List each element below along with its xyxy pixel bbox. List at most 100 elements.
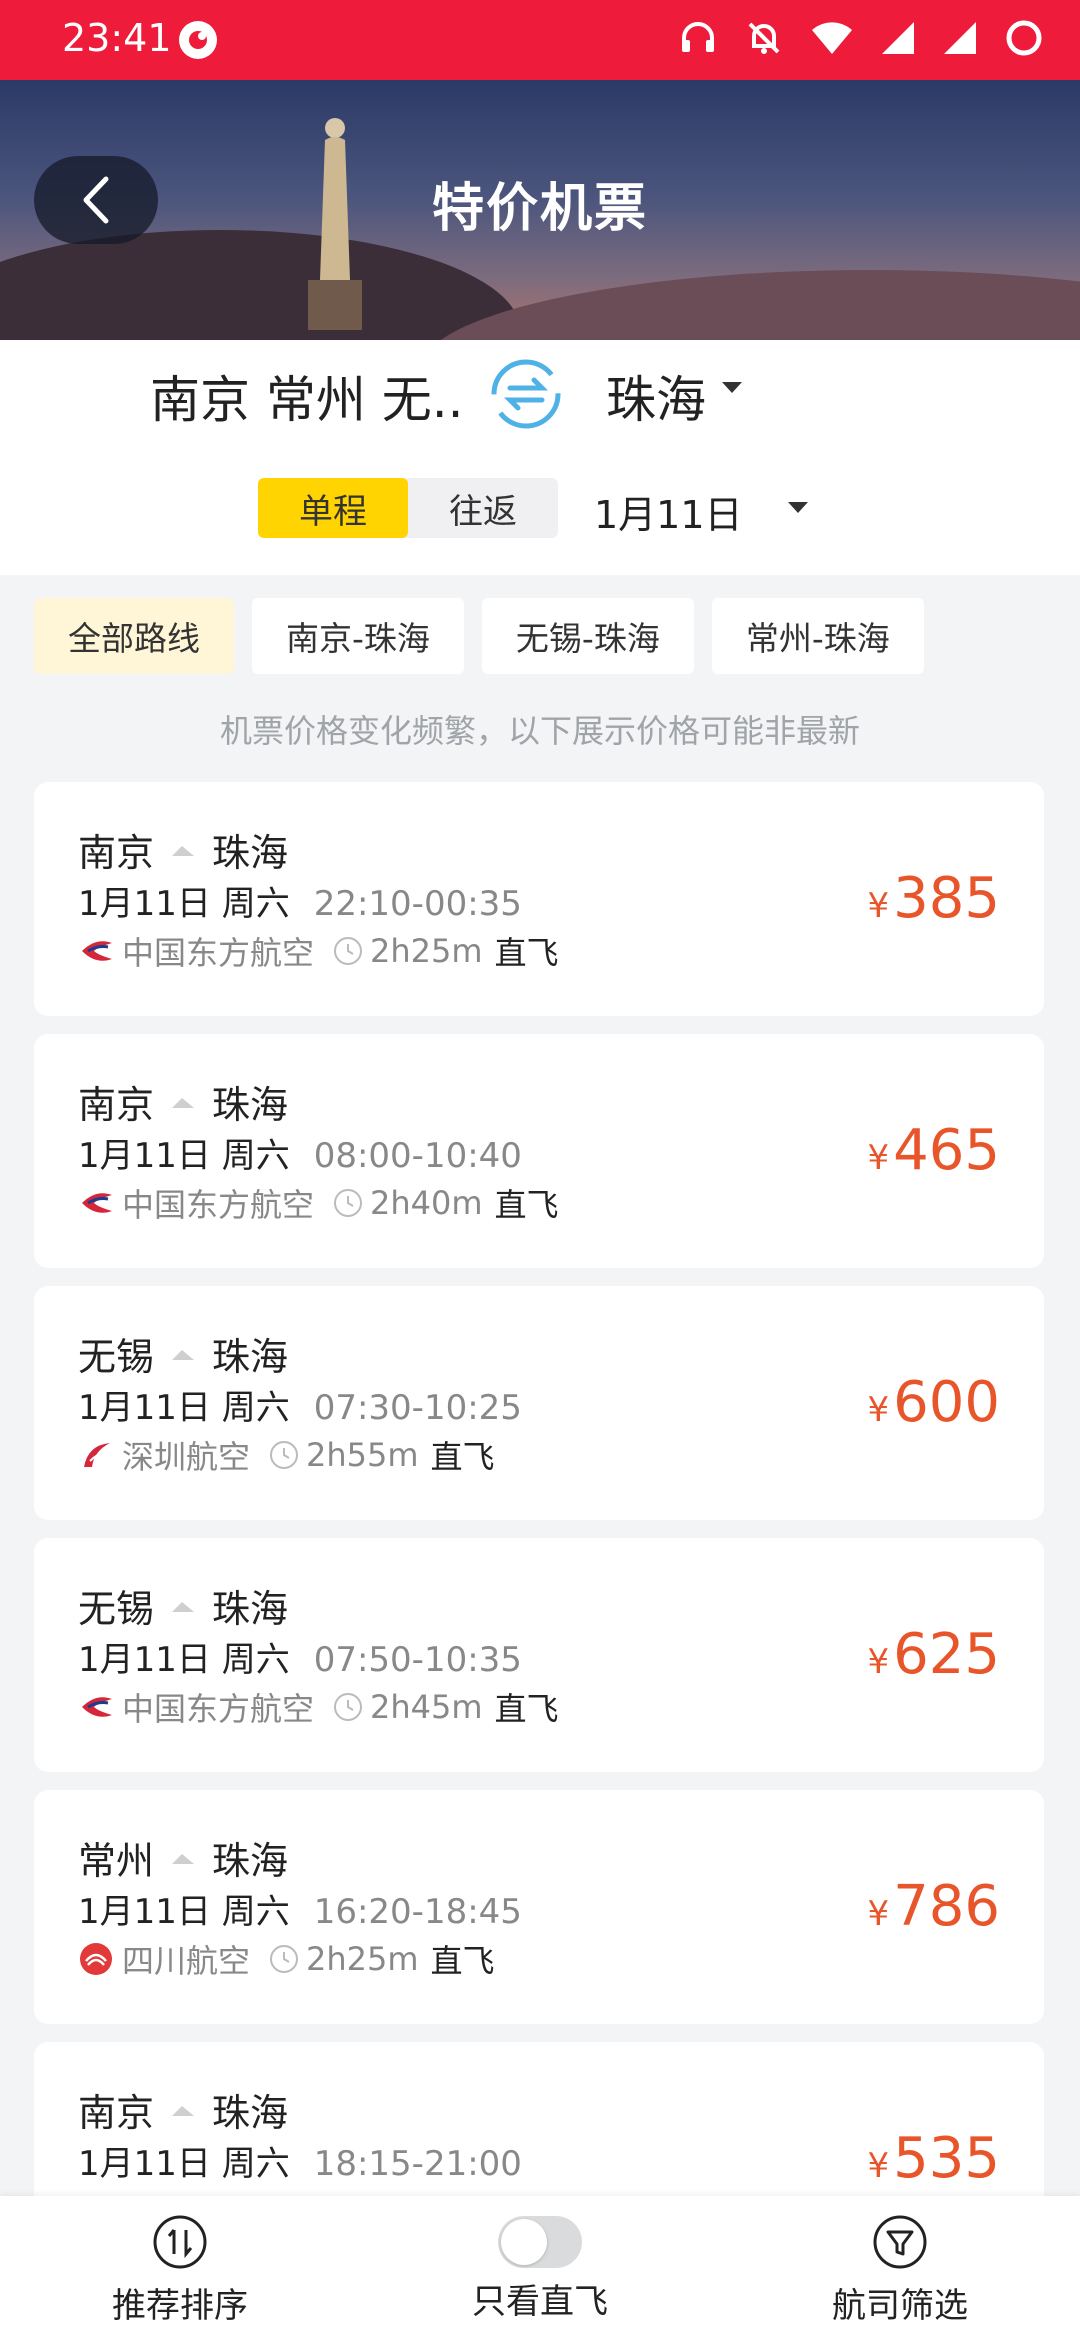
origin-city: 南京: [78, 1083, 155, 1127]
flight-time: 16:20-18:45: [313, 1892, 522, 1932]
flight-card[interactable]: 南京 珠海 1月11日 周六 08:00-10:40 中国东方航空 2h40m 直飞 ¥465: [34, 1034, 1044, 1268]
flight-route: 无锡 珠海: [78, 1326, 288, 1381]
chip-route[interactable]: 无锡-珠海: [481, 598, 694, 674]
destination-city: 珠海: [212, 1839, 289, 1883]
clock-icon: [334, 1189, 363, 1217]
caret-down-icon[interactable]: [722, 382, 742, 393]
clock-icon: [334, 937, 363, 965]
flight-time: 07:50-10:35: [313, 1640, 522, 1680]
airline-name: 中国东方航空: [122, 1186, 315, 1224]
flight-date-line: 1月11日 周六 08:00-10:40: [78, 1128, 522, 1177]
flight-info-line: 中国东方航空 2h45m 直飞: [78, 1684, 559, 1730]
flight-duration: 2h55m: [306, 1436, 419, 1474]
plane-icon: [172, 845, 195, 856]
direct-only-toggle[interactable]: 只看直飞: [430, 2212, 650, 2323]
direct-only-switch[interactable]: [498, 2216, 582, 2268]
flight-duration: 2h40m: [370, 1184, 483, 1222]
destination-city: 珠海: [212, 1587, 289, 1631]
flight-time: 18:15-21:00: [313, 2144, 522, 2184]
swap-cities-icon[interactable]: [486, 354, 566, 434]
route-filter-chips: 全部路线 南京-珠海 无锡-珠海 常州-珠海: [34, 598, 924, 674]
mute-bell-icon: [748, 22, 780, 54]
clock-icon: [270, 1441, 299, 1469]
flight-duration: 2h25m: [370, 932, 483, 970]
origin-city: 南京: [78, 831, 155, 875]
flight-date-line: 1月11日 周六 22:10-00:35: [78, 876, 522, 925]
hero-hill: [420, 270, 1080, 340]
flight-info-line: 中国东方航空 2h25m 直飞: [78, 928, 559, 974]
tab-one-way[interactable]: 单程: [258, 478, 408, 538]
chip-route[interactable]: 常州-珠海: [711, 598, 924, 674]
price-value: 465: [893, 1118, 1000, 1183]
bottom-bar: 推荐排序 只看直飞 航司筛选: [0, 2196, 1080, 2340]
price-value: 385: [893, 866, 1000, 931]
flight-date: 1月11日 周六: [78, 884, 290, 924]
flight-duration: 2h45m: [370, 1688, 483, 1726]
china-eastern-logo-icon: [82, 941, 112, 961]
headset-icon: [682, 22, 714, 52]
china-eastern-logo-icon: [82, 1697, 112, 1717]
direct-flight-label: 直飞: [430, 1942, 495, 1980]
flight-list: 南京 珠海 1月11日 周六 22:10-00:35 中国东方航空 2h25m 直飞 ¥385…: [34, 782, 1044, 2294]
date-selector[interactable]: 1月11日: [594, 484, 743, 539]
destination-city: 珠海: [212, 1083, 289, 1127]
airline-name: 中国东方航空: [122, 934, 315, 972]
caret-down-icon[interactable]: [788, 502, 808, 513]
airline-filter-button[interactable]: 航司筛选: [790, 2212, 1010, 2327]
flight-card[interactable]: 常州 珠海 1月11日 周六 16:20-18:45 四川航空 2h25m 直飞 ¥786: [34, 1790, 1044, 2024]
plane-icon: [172, 1097, 195, 1108]
notification-app-icon: [179, 21, 217, 59]
price-value: 625: [893, 1622, 1000, 1687]
wifi-icon: [812, 22, 852, 54]
from-city-selector[interactable]: 南京 常州 无..: [150, 360, 464, 432]
direct-flight-label: 直飞: [430, 1438, 495, 1476]
price-value: 600: [893, 1370, 1000, 1435]
flight-date: 1月11日 周六: [78, 1640, 290, 1680]
battery-icon: [1006, 20, 1042, 56]
chip-all-routes[interactable]: 全部路线: [34, 598, 234, 674]
flight-price: ¥465: [867, 1118, 1000, 1183]
shenzhen-airlines-logo-icon: [84, 1443, 110, 1467]
currency-symbol: ¥: [867, 886, 890, 926]
destination-city: 珠海: [212, 831, 289, 875]
flight-info-line: 深圳航空 2h55m 直飞: [78, 1432, 495, 1478]
flight-date-line: 1月11日 周六 07:50-10:35: [78, 1632, 522, 1681]
plane-icon: [172, 1601, 195, 1612]
direct-flight-label: 直飞: [494, 1186, 559, 1224]
flight-card[interactable]: 南京 珠海 1月11日 周六 22:10-00:35 中国东方航空 2h25m 直飞 ¥385: [34, 782, 1044, 1016]
currency-symbol: ¥: [867, 2146, 890, 2186]
direct-flight-label: 直飞: [494, 934, 559, 972]
currency-symbol: ¥: [867, 1642, 890, 1682]
destination-city: 珠海: [212, 1335, 289, 1379]
flight-date: 1月11日 周六: [78, 1388, 290, 1428]
flight-price: ¥625: [867, 1622, 1000, 1687]
flight-info-line: 中国东方航空 2h40m 直飞: [78, 1180, 559, 1226]
origin-city: 南京: [78, 2091, 155, 2135]
to-city-selector[interactable]: 珠海: [606, 360, 706, 432]
flight-price: ¥600: [867, 1370, 1000, 1435]
flight-time: 22:10-00:35: [313, 884, 522, 924]
flight-card[interactable]: 无锡 珠海 1月11日 周六 07:50-10:35 中国东方航空 2h45m 直飞 ¥625: [34, 1538, 1044, 1772]
plane-icon: [172, 2105, 195, 2116]
flight-price: ¥535: [867, 2126, 1000, 2191]
flight-time: 08:00-10:40: [313, 1136, 522, 1176]
signal-icon-2: [944, 22, 976, 54]
flight-route: 无锡 珠海: [78, 1578, 288, 1633]
chip-route[interactable]: 南京-珠海: [252, 598, 464, 674]
flight-time: 07:30-10:25: [313, 1388, 522, 1428]
sort-label: 推荐排序: [112, 2286, 248, 2326]
origin-city: 常州: [78, 1839, 155, 1883]
flight-card[interactable]: 无锡 珠海 1月11日 周六 07:30-10:25 深圳航空 2h55m 直飞 ¥600: [34, 1286, 1044, 1520]
currency-symbol: ¥: [867, 1138, 890, 1178]
direct-only-label: 只看直飞: [472, 2282, 608, 2322]
flight-date-line: 1月11日 周六 07:30-10:25: [78, 1380, 522, 1429]
status-time: 23:41: [62, 16, 172, 60]
tab-round-trip[interactable]: 往返: [408, 478, 558, 538]
destination-city: 珠海: [212, 2091, 289, 2135]
plane-icon: [172, 1349, 195, 1360]
flight-date-line: 1月11日 周六 18:15-21:00: [78, 2136, 522, 2185]
flight-route: 南京 珠海: [78, 1074, 288, 1129]
flight-date: 1月11日 周六: [78, 1892, 290, 1932]
sort-button[interactable]: 推荐排序: [70, 2212, 290, 2327]
flight-info-line: 四川航空 2h25m 直飞: [78, 1936, 495, 1982]
